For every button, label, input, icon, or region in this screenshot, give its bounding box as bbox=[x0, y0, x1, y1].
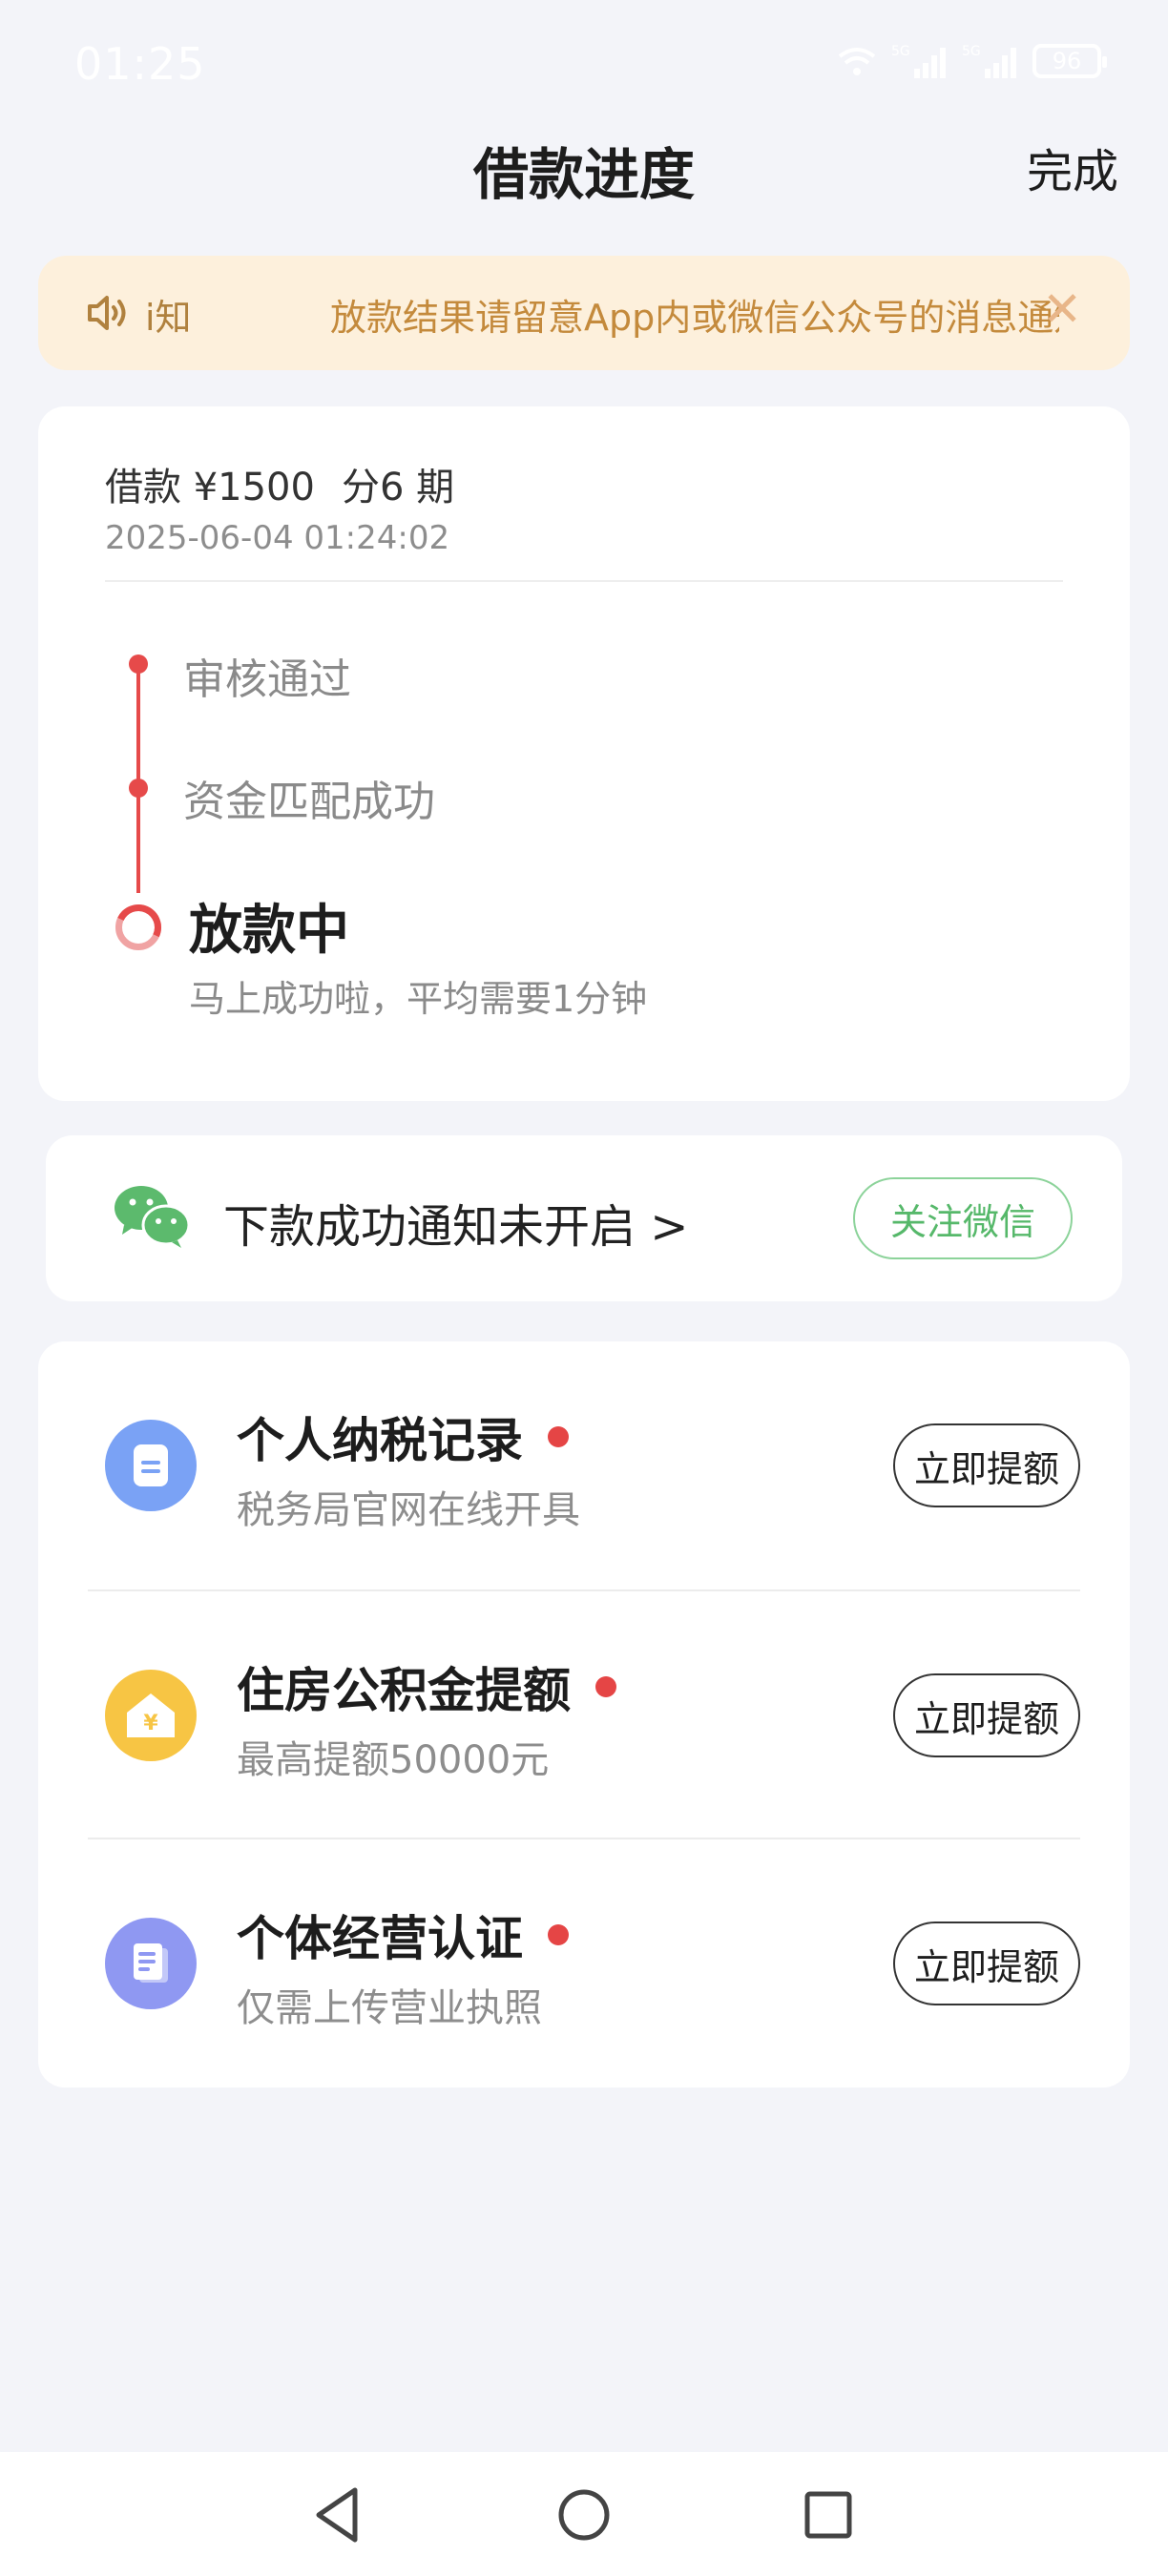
service-title: 个人纳税记录 bbox=[237, 1402, 569, 1471]
page-title: 借款进度 bbox=[472, 142, 695, 207]
red-dot-badge bbox=[548, 1923, 569, 1945]
license-icon bbox=[105, 1918, 197, 2009]
service-subtitle: 税务局官网在线开具 bbox=[237, 1488, 580, 1532]
signal-icon-2: 5G bbox=[962, 44, 1016, 78]
timeline-dot-completed bbox=[129, 654, 148, 674]
red-dot-badge bbox=[548, 1425, 569, 1447]
service-row-tax[interactable]: 个人纳税记录 税务局官网在线开具 立即提额 bbox=[38, 1341, 1130, 1589]
status-bar: 01:25 5G 5G 96 bbox=[0, 0, 1168, 124]
boost-button[interactable]: 立即提额 bbox=[893, 1673, 1080, 1757]
wechat-notify-text[interactable]: 下款成功通知未开启 > bbox=[223, 1189, 688, 1256]
home-icon[interactable] bbox=[548, 2479, 620, 2551]
recents-icon[interactable] bbox=[792, 2479, 865, 2551]
service-title-text: 住房公积金提额 bbox=[237, 1663, 571, 1718]
loan-amount: 借款 ¥1500 bbox=[105, 466, 315, 509]
current-step-title: 放款中 bbox=[189, 900, 349, 962]
close-icon[interactable]: ✕ bbox=[1042, 280, 1082, 338]
document-icon bbox=[105, 1420, 197, 1511]
battery-icon: 96 bbox=[1032, 44, 1107, 78]
timeline-dot-completed bbox=[129, 779, 148, 798]
service-row-business[interactable]: 个体经营认证 仅需上传营业执照 立即提额 bbox=[38, 1839, 1130, 2088]
loan-progress-card: 借款 ¥1500 分6 期 2025-06-04 01:24:02 审核通过 资金… bbox=[38, 406, 1130, 1101]
wechat-notify-card[interactable]: 下款成功通知未开启 > 关注微信 bbox=[46, 1135, 1122, 1301]
service-title: 住房公积金提额 bbox=[237, 1652, 616, 1721]
network-2-label: 5G bbox=[962, 44, 981, 59]
loan-summary: 借款 ¥1500 分6 期 bbox=[105, 456, 454, 511]
divider bbox=[105, 580, 1063, 582]
step-approved: 审核通过 bbox=[183, 655, 351, 704]
signal-icon: 5G bbox=[891, 44, 946, 78]
boost-button[interactable]: 立即提额 bbox=[893, 1423, 1080, 1507]
step-fund-matched: 资金匹配成功 bbox=[183, 778, 435, 826]
header: 借款进度 完成 bbox=[0, 114, 1168, 210]
done-button[interactable]: 完成 bbox=[1027, 134, 1118, 200]
wifi-icon bbox=[838, 48, 876, 75]
service-title-text: 个人纳税记录 bbox=[237, 1413, 523, 1468]
timeline-current-indicator bbox=[115, 904, 161, 950]
status-icons: 5G 5G 96 bbox=[836, 42, 1107, 80]
follow-wechat-button[interactable]: 关注微信 bbox=[853, 1177, 1073, 1259]
service-title: 个体经营认证 bbox=[237, 1901, 569, 1969]
wechat-icon bbox=[115, 1186, 191, 1248]
red-dot-badge bbox=[595, 1675, 616, 1697]
service-title-text: 个体经营认证 bbox=[237, 1911, 523, 1966]
battery-level: 96 bbox=[1052, 48, 1082, 74]
notice-text: 放款结果请留意App内或微信公众号的消息通知 bbox=[330, 297, 1059, 339]
boost-button[interactable]: 立即提额 bbox=[893, 1922, 1080, 2005]
network-1-label: 5G bbox=[891, 44, 910, 59]
loan-installments: 分6 期 bbox=[341, 466, 455, 509]
svg-text:¥: ¥ bbox=[143, 1712, 158, 1735]
notice-prefix: i知 bbox=[145, 297, 192, 339]
service-subtitle: 最高提额50000元 bbox=[237, 1738, 550, 1782]
status-time: 01:25 bbox=[74, 38, 206, 90]
speaker-icon bbox=[88, 296, 126, 330]
back-icon[interactable] bbox=[303, 2479, 376, 2551]
house-icon: ¥ bbox=[105, 1670, 197, 1761]
loan-datetime: 2025-06-04 01:24:02 bbox=[105, 519, 450, 557]
credit-boost-card: 个人纳税记录 税务局官网在线开具 立即提额 ¥ 住房公积金提额 最高提额5000… bbox=[38, 1341, 1130, 2088]
current-step-subtitle: 马上成功啦，平均需要1分钟 bbox=[189, 978, 648, 1020]
notice-banner: i知 放款结果请留意App内或微信公众号的消息通知 ✕ bbox=[38, 256, 1130, 370]
service-subtitle: 仅需上传营业执照 bbox=[237, 1986, 542, 2030]
system-nav-bar bbox=[0, 2452, 1168, 2576]
service-row-housing-fund[interactable]: ¥ 住房公积金提额 最高提额50000元 立即提额 bbox=[38, 1591, 1130, 1839]
